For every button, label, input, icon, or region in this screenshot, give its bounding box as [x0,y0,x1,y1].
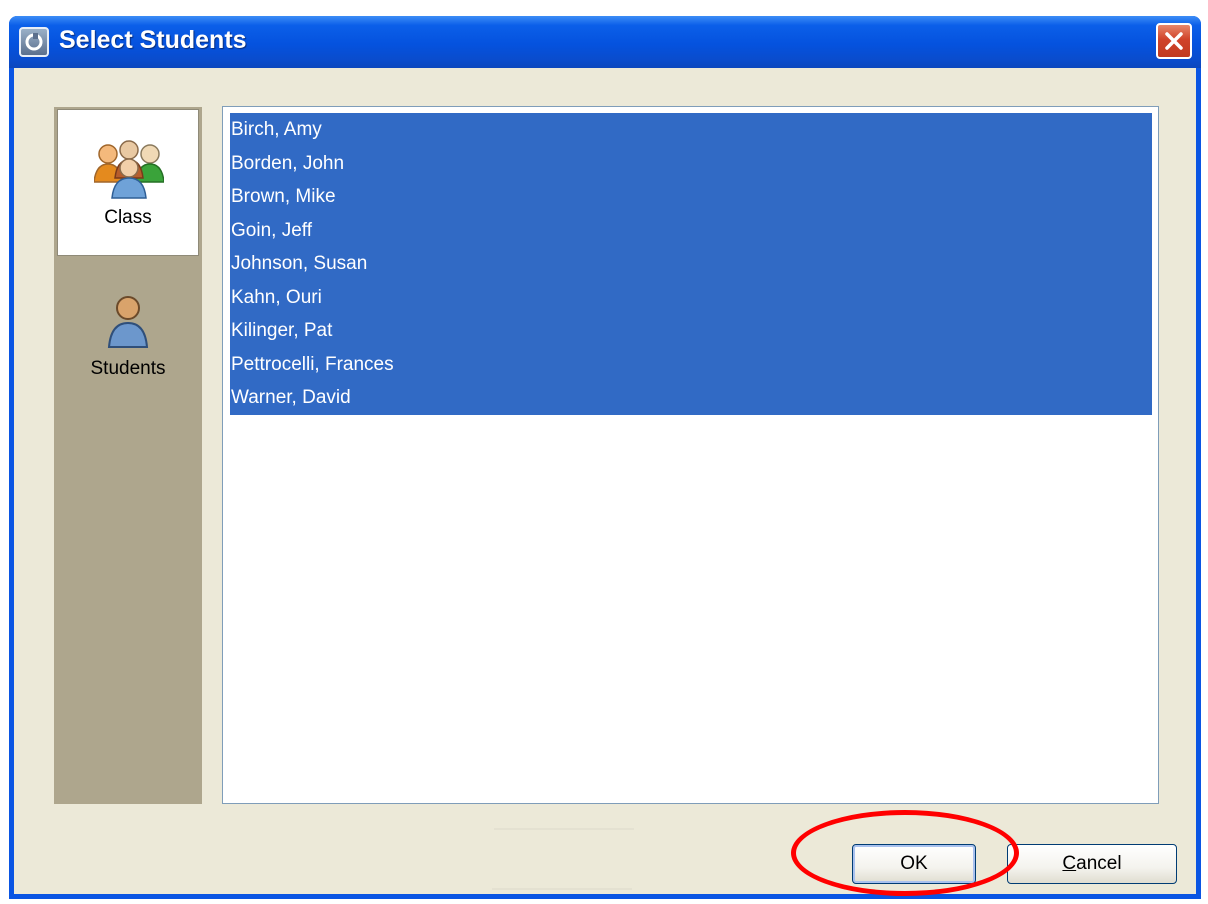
nav-item-label: Students [90,358,166,379]
list-item[interactable]: Kilinger, Pat [230,314,1152,348]
cancel-label: ancel [1076,853,1122,874]
cancel-accesskey: C [1062,853,1077,874]
list-item[interactable]: Kahn, Ouri [230,280,1152,314]
app-icon[interactable] [19,27,49,57]
divider [494,828,634,830]
ok-button[interactable]: OK [852,844,976,884]
student-list-items: Birch, Amy Borden, John Brown, Mike Goin… [230,113,1152,415]
window-title: Select Students [59,26,247,54]
close-icon [1165,32,1183,50]
list-item[interactable]: Goin, Jeff [230,213,1152,247]
list-item[interactable]: Johnson, Susan [230,247,1152,281]
list-item[interactable]: Borden, John [230,146,1152,180]
dialog-window: Select Students Class Students Birch, Am… [9,16,1201,899]
nav-item-students[interactable]: Students [57,261,199,408]
dialog-body: Class Students Birch, Amy Borden, John B… [14,68,1196,894]
group-icon [94,140,164,199]
list-item[interactable]: Warner, David [230,381,1152,415]
list-item[interactable]: Birch, Amy [230,113,1152,147]
list-item[interactable]: Brown, Mike [230,180,1152,214]
student-list[interactable]: Birch, Amy Borden, John Brown, Mike Goin… [222,106,1159,804]
view-selector-panel: Class Students [54,107,202,804]
close-button[interactable] [1156,23,1192,59]
nav-item-class[interactable]: Class [57,109,199,256]
nav-item-label: Class [104,207,152,228]
divider [492,888,632,890]
cancel-button[interactable]: Cancel [1007,844,1177,884]
user-icon [107,296,149,348]
title-bar[interactable]: Select Students [9,16,1201,68]
list-item[interactable]: Pettrocelli, Frances [230,347,1152,381]
